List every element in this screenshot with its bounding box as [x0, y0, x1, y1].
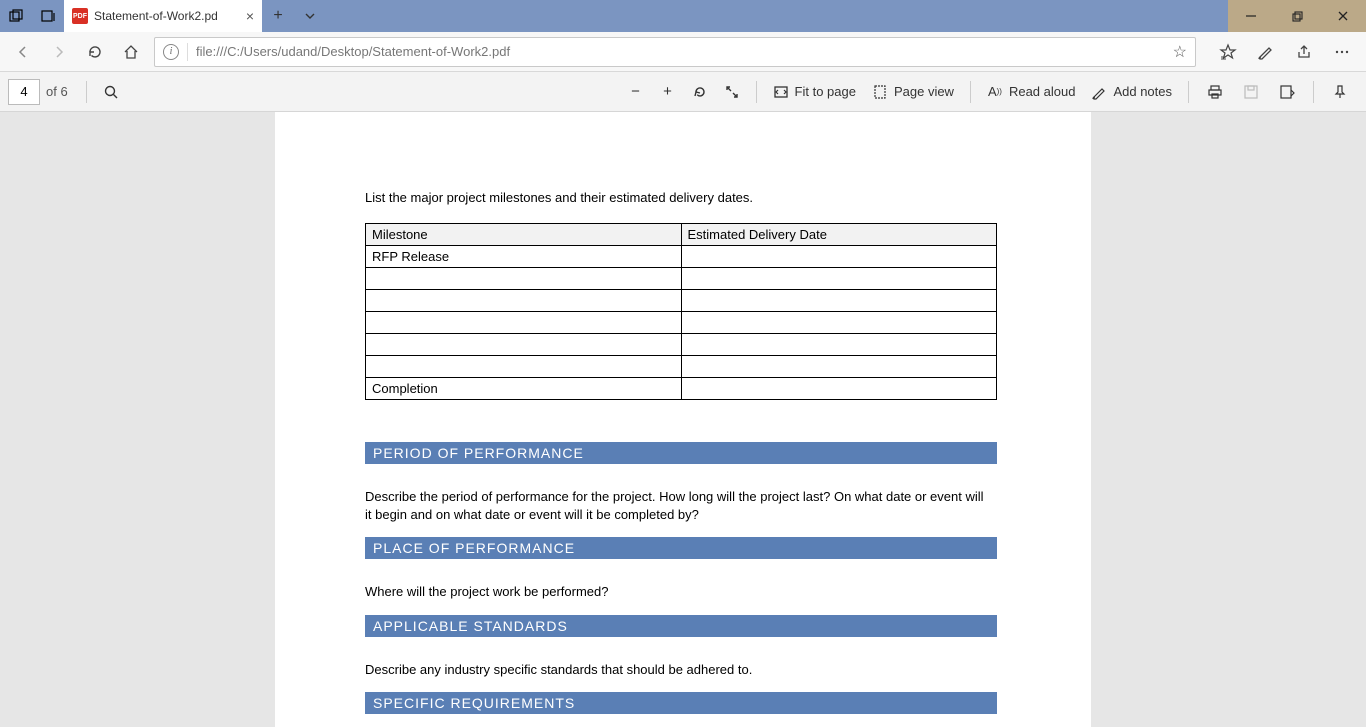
- section-body: Where will the project work be performed…: [365, 583, 985, 601]
- table-row: [366, 312, 997, 334]
- print-button[interactable]: [1197, 75, 1233, 109]
- close-tab-icon[interactable]: ×: [246, 8, 254, 24]
- table-header-row: Milestone Estimated Delivery Date: [366, 224, 997, 246]
- add-notes-button[interactable]: Add notes: [1083, 75, 1180, 109]
- maximize-button[interactable]: [1274, 0, 1320, 32]
- read-aloud-button[interactable]: A)) Read aloud: [979, 75, 1084, 109]
- separator: [187, 43, 188, 61]
- separator: [1188, 81, 1189, 103]
- section-heading: SPECIFIC REQUIREMENTS: [365, 692, 997, 714]
- table-cell: [681, 268, 997, 290]
- titlebar: PDF Statement-of-Work2.pd × +: [0, 0, 1366, 32]
- close-window-button[interactable]: [1320, 0, 1366, 32]
- zoom-in-button[interactable]: +: [652, 75, 684, 109]
- table-cell: [366, 312, 682, 334]
- tabs-dropdown-icon[interactable]: [294, 0, 326, 32]
- browser-tab[interactable]: PDF Statement-of-Work2.pd ×: [64, 0, 262, 32]
- table-row: [366, 268, 997, 290]
- table-cell: [681, 246, 997, 268]
- separator: [1313, 81, 1314, 103]
- page-number-input[interactable]: [8, 79, 40, 105]
- tab-title: Statement-of-Work2.pd: [94, 9, 218, 23]
- table-cell: [681, 378, 997, 400]
- pin-toolbar-button[interactable]: [1322, 75, 1358, 109]
- pdf-toolbar: of 6 − + Fit to page Page view A)) Read …: [0, 72, 1366, 112]
- section-body: Describe any industry specific standards…: [365, 661, 985, 679]
- read-aloud-label: Read aloud: [1009, 84, 1076, 99]
- site-info-icon[interactable]: i: [163, 44, 179, 60]
- home-button[interactable]: [114, 35, 148, 69]
- table-cell: [366, 290, 682, 312]
- back-button[interactable]: [6, 35, 40, 69]
- rotate-button[interactable]: [684, 75, 716, 109]
- notes-icon[interactable]: [1248, 35, 1284, 69]
- add-notes-label: Add notes: [1113, 84, 1172, 99]
- find-button[interactable]: [95, 75, 127, 109]
- pdf-toolbar-right: − + Fit to page Page view A)) Read aloud…: [620, 75, 1358, 109]
- favorite-icon[interactable]: ☆: [1173, 42, 1187, 62]
- table-cell: RFP Release: [366, 246, 682, 268]
- intro-text: List the major project milestones and th…: [365, 190, 1001, 205]
- table-cell: [681, 290, 997, 312]
- page-view-button[interactable]: Page view: [864, 75, 962, 109]
- table-cell: [366, 356, 682, 378]
- separator: [756, 81, 757, 103]
- table-row: [366, 356, 997, 378]
- address-bar: i file:///C:/Users/udand/Desktop/Stateme…: [0, 32, 1366, 72]
- pdf-icon: PDF: [72, 8, 88, 24]
- section-heading: PERIOD OF PERFORMANCE: [365, 442, 997, 464]
- pdf-page: List the major project milestones and th…: [275, 112, 1091, 727]
- table-cell: [681, 334, 997, 356]
- favorites-list-icon[interactable]: [1210, 35, 1246, 69]
- zoom-out-button[interactable]: −: [620, 75, 652, 109]
- save-as-button[interactable]: [1269, 75, 1305, 109]
- table-row: Completion: [366, 378, 997, 400]
- table-row: RFP Release: [366, 246, 997, 268]
- set-aside-tabs-icon[interactable]: [32, 0, 64, 32]
- window-controls: [1228, 0, 1366, 32]
- col-milestone: Milestone: [366, 224, 682, 246]
- section-heading: PLACE OF PERFORMANCE: [365, 537, 997, 559]
- table-row: [366, 334, 997, 356]
- table-row: [366, 290, 997, 312]
- new-tab-button[interactable]: +: [262, 0, 294, 32]
- read-aloud-icon: A)): [987, 84, 1003, 100]
- page-view-label: Page view: [894, 84, 954, 99]
- separator: [86, 81, 87, 103]
- section-heading: APPLICABLE STANDARDS: [365, 615, 997, 637]
- page-total-label: of 6: [46, 84, 68, 99]
- milestones-table: Milestone Estimated Delivery Date RFP Re…: [365, 223, 997, 400]
- fit-to-page-button[interactable]: Fit to page: [765, 75, 864, 109]
- table-cell: [366, 334, 682, 356]
- toolbar-right: [1202, 35, 1360, 69]
- table-cell: [366, 268, 682, 290]
- section-body: Describe the period of performance for t…: [365, 488, 985, 523]
- url-box[interactable]: i file:///C:/Users/udand/Desktop/Stateme…: [154, 37, 1196, 67]
- minimize-button[interactable]: [1228, 0, 1274, 32]
- fit-to-page-label: Fit to page: [795, 84, 856, 99]
- table-cell: [681, 312, 997, 334]
- share-icon[interactable]: [1286, 35, 1322, 69]
- titlebar-left: PDF Statement-of-Work2.pd × +: [0, 0, 326, 32]
- document-area[interactable]: List the major project milestones and th…: [0, 112, 1366, 727]
- table-cell: Completion: [366, 378, 682, 400]
- fullscreen-button[interactable]: [716, 75, 748, 109]
- col-date: Estimated Delivery Date: [681, 224, 997, 246]
- more-icon[interactable]: [1324, 35, 1360, 69]
- url-text: file:///C:/Users/udand/Desktop/Statement…: [196, 44, 510, 59]
- tab-actions-icon[interactable]: [0, 0, 32, 32]
- separator: [970, 81, 971, 103]
- save-button[interactable]: [1233, 75, 1269, 109]
- refresh-button[interactable]: [78, 35, 112, 69]
- forward-button[interactable]: [42, 35, 76, 69]
- table-cell: [681, 356, 997, 378]
